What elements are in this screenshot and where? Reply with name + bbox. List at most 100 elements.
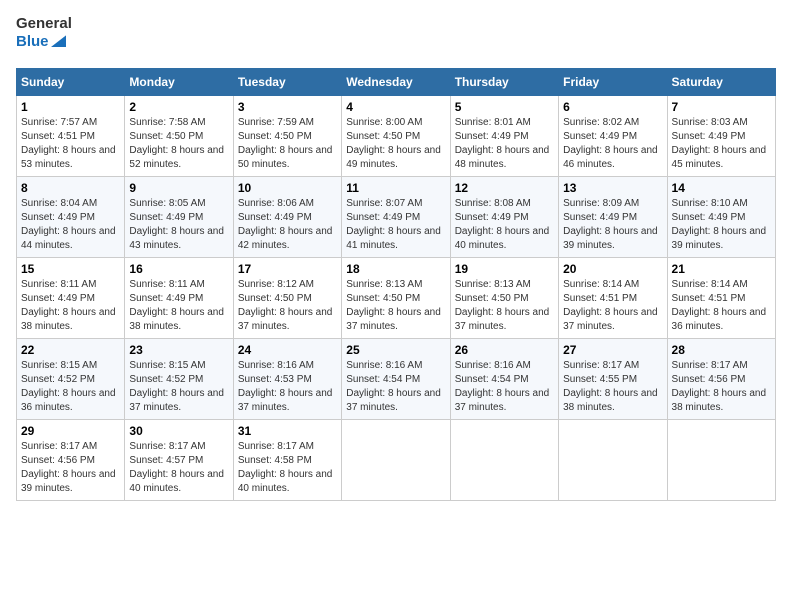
day-number: 13 (563, 181, 662, 195)
day-number: 9 (129, 181, 228, 195)
day-details: Sunrise: 8:04 AM Sunset: 4:49 PM Dayligh… (21, 197, 120, 253)
day-details: Sunrise: 8:16 AM Sunset: 4:54 PM Dayligh… (346, 359, 445, 415)
day-number: 15 (21, 262, 120, 276)
day-details: Sunrise: 8:17 AM Sunset: 4:55 PM Dayligh… (563, 359, 662, 415)
day-details: Sunrise: 8:01 AM Sunset: 4:49 PM Dayligh… (455, 116, 554, 172)
day-number: 7 (672, 100, 771, 114)
day-number: 16 (129, 262, 228, 276)
day-details: Sunrise: 8:17 AM Sunset: 4:56 PM Dayligh… (21, 440, 120, 496)
day-number: 29 (21, 424, 120, 438)
week-row-1: 1 Sunrise: 7:57 AM Sunset: 4:51 PM Dayli… (17, 96, 776, 177)
day-number: 25 (346, 343, 445, 357)
day-number: 5 (455, 100, 554, 114)
calendar-cell: 26 Sunrise: 8:16 AM Sunset: 4:54 PM Dayl… (450, 339, 558, 420)
day-number: 27 (563, 343, 662, 357)
day-details: Sunrise: 8:11 AM Sunset: 4:49 PM Dayligh… (21, 278, 120, 334)
calendar-cell: 15 Sunrise: 8:11 AM Sunset: 4:49 PM Dayl… (17, 258, 125, 339)
day-number: 21 (672, 262, 771, 276)
day-details: Sunrise: 8:14 AM Sunset: 4:51 PM Dayligh… (672, 278, 771, 334)
day-details: Sunrise: 8:05 AM Sunset: 4:49 PM Dayligh… (129, 197, 228, 253)
calendar-cell: 5 Sunrise: 8:01 AM Sunset: 4:49 PM Dayli… (450, 96, 558, 177)
day-details: Sunrise: 8:16 AM Sunset: 4:53 PM Dayligh… (238, 359, 337, 415)
logo: General Blue (16, 16, 66, 58)
calendar-cell: 14 Sunrise: 8:10 AM Sunset: 4:49 PM Dayl… (667, 177, 775, 258)
col-header-thursday: Thursday (450, 69, 558, 96)
day-details: Sunrise: 8:00 AM Sunset: 4:50 PM Dayligh… (346, 116, 445, 172)
logo-container: General Blue (16, 16, 66, 58)
day-number: 30 (129, 424, 228, 438)
calendar-cell: 7 Sunrise: 8:03 AM Sunset: 4:49 PM Dayli… (667, 96, 775, 177)
day-details: Sunrise: 8:06 AM Sunset: 4:49 PM Dayligh… (238, 197, 337, 253)
day-number: 12 (455, 181, 554, 195)
day-number: 20 (563, 262, 662, 276)
day-number: 14 (672, 181, 771, 195)
calendar-cell: 8 Sunrise: 8:04 AM Sunset: 4:49 PM Dayli… (17, 177, 125, 258)
col-header-sunday: Sunday (17, 69, 125, 96)
day-details: Sunrise: 8:08 AM Sunset: 4:49 PM Dayligh… (455, 197, 554, 253)
day-number: 8 (21, 181, 120, 195)
calendar-cell: 10 Sunrise: 8:06 AM Sunset: 4:49 PM Dayl… (233, 177, 341, 258)
day-details: Sunrise: 8:13 AM Sunset: 4:50 PM Dayligh… (346, 278, 445, 334)
week-row-4: 22 Sunrise: 8:15 AM Sunset: 4:52 PM Dayl… (17, 339, 776, 420)
day-number: 4 (346, 100, 445, 114)
week-row-3: 15 Sunrise: 8:11 AM Sunset: 4:49 PM Dayl… (17, 258, 776, 339)
day-details: Sunrise: 8:07 AM Sunset: 4:49 PM Dayligh… (346, 197, 445, 253)
calendar-cell: 1 Sunrise: 7:57 AM Sunset: 4:51 PM Dayli… (17, 96, 125, 177)
day-number: 6 (563, 100, 662, 114)
day-details: Sunrise: 8:17 AM Sunset: 4:57 PM Dayligh… (129, 440, 228, 496)
col-header-saturday: Saturday (667, 69, 775, 96)
calendar-cell: 3 Sunrise: 7:59 AM Sunset: 4:50 PM Dayli… (233, 96, 341, 177)
header: General Blue (16, 16, 776, 58)
logo-general: General (16, 16, 66, 33)
calendar-cell: 28 Sunrise: 8:17 AM Sunset: 4:56 PM Dayl… (667, 339, 775, 420)
logo-blue: Blue (16, 33, 49, 50)
logo-bird-icon (51, 34, 66, 48)
day-number: 2 (129, 100, 228, 114)
day-number: 17 (238, 262, 337, 276)
day-number: 22 (21, 343, 120, 357)
logo-graphic: General Blue (16, 16, 66, 58)
week-row-5: 29 Sunrise: 8:17 AM Sunset: 4:56 PM Dayl… (17, 420, 776, 501)
calendar-cell: 21 Sunrise: 8:14 AM Sunset: 4:51 PM Dayl… (667, 258, 775, 339)
week-row-2: 8 Sunrise: 8:04 AM Sunset: 4:49 PM Dayli… (17, 177, 776, 258)
calendar-cell (667, 420, 775, 501)
calendar-cell: 25 Sunrise: 8:16 AM Sunset: 4:54 PM Dayl… (342, 339, 450, 420)
col-header-friday: Friday (559, 69, 667, 96)
day-details: Sunrise: 8:09 AM Sunset: 4:49 PM Dayligh… (563, 197, 662, 253)
header-row: SundayMondayTuesdayWednesdayThursdayFrid… (17, 69, 776, 96)
day-number: 3 (238, 100, 337, 114)
day-details: Sunrise: 8:15 AM Sunset: 4:52 PM Dayligh… (21, 359, 120, 415)
day-details: Sunrise: 7:58 AM Sunset: 4:50 PM Dayligh… (129, 116, 228, 172)
day-number: 31 (238, 424, 337, 438)
calendar-cell: 13 Sunrise: 8:09 AM Sunset: 4:49 PM Dayl… (559, 177, 667, 258)
day-details: Sunrise: 8:11 AM Sunset: 4:49 PM Dayligh… (129, 278, 228, 334)
day-details: Sunrise: 8:16 AM Sunset: 4:54 PM Dayligh… (455, 359, 554, 415)
calendar-cell (559, 420, 667, 501)
day-details: Sunrise: 8:14 AM Sunset: 4:51 PM Dayligh… (563, 278, 662, 334)
col-header-wednesday: Wednesday (342, 69, 450, 96)
day-details: Sunrise: 8:03 AM Sunset: 4:49 PM Dayligh… (672, 116, 771, 172)
calendar-cell: 19 Sunrise: 8:13 AM Sunset: 4:50 PM Dayl… (450, 258, 558, 339)
calendar-cell: 31 Sunrise: 8:17 AM Sunset: 4:58 PM Dayl… (233, 420, 341, 501)
day-number: 11 (346, 181, 445, 195)
day-number: 1 (21, 100, 120, 114)
calendar-cell: 24 Sunrise: 8:16 AM Sunset: 4:53 PM Dayl… (233, 339, 341, 420)
calendar-cell: 6 Sunrise: 8:02 AM Sunset: 4:49 PM Dayli… (559, 96, 667, 177)
day-details: Sunrise: 8:17 AM Sunset: 4:58 PM Dayligh… (238, 440, 337, 496)
calendar-cell: 20 Sunrise: 8:14 AM Sunset: 4:51 PM Dayl… (559, 258, 667, 339)
calendar-cell: 27 Sunrise: 8:17 AM Sunset: 4:55 PM Dayl… (559, 339, 667, 420)
day-details: Sunrise: 7:57 AM Sunset: 4:51 PM Dayligh… (21, 116, 120, 172)
calendar-cell: 2 Sunrise: 7:58 AM Sunset: 4:50 PM Dayli… (125, 96, 233, 177)
calendar-cell: 4 Sunrise: 8:00 AM Sunset: 4:50 PM Dayli… (342, 96, 450, 177)
day-number: 23 (129, 343, 228, 357)
calendar-cell: 18 Sunrise: 8:13 AM Sunset: 4:50 PM Dayl… (342, 258, 450, 339)
calendar-cell: 9 Sunrise: 8:05 AM Sunset: 4:49 PM Dayli… (125, 177, 233, 258)
calendar-cell (342, 420, 450, 501)
calendar-cell: 30 Sunrise: 8:17 AM Sunset: 4:57 PM Dayl… (125, 420, 233, 501)
day-details: Sunrise: 8:17 AM Sunset: 4:56 PM Dayligh… (672, 359, 771, 415)
col-header-tuesday: Tuesday (233, 69, 341, 96)
day-details: Sunrise: 8:10 AM Sunset: 4:49 PM Dayligh… (672, 197, 771, 253)
calendar-cell (450, 420, 558, 501)
calendar-cell: 16 Sunrise: 8:11 AM Sunset: 4:49 PM Dayl… (125, 258, 233, 339)
calendar-cell: 17 Sunrise: 8:12 AM Sunset: 4:50 PM Dayl… (233, 258, 341, 339)
